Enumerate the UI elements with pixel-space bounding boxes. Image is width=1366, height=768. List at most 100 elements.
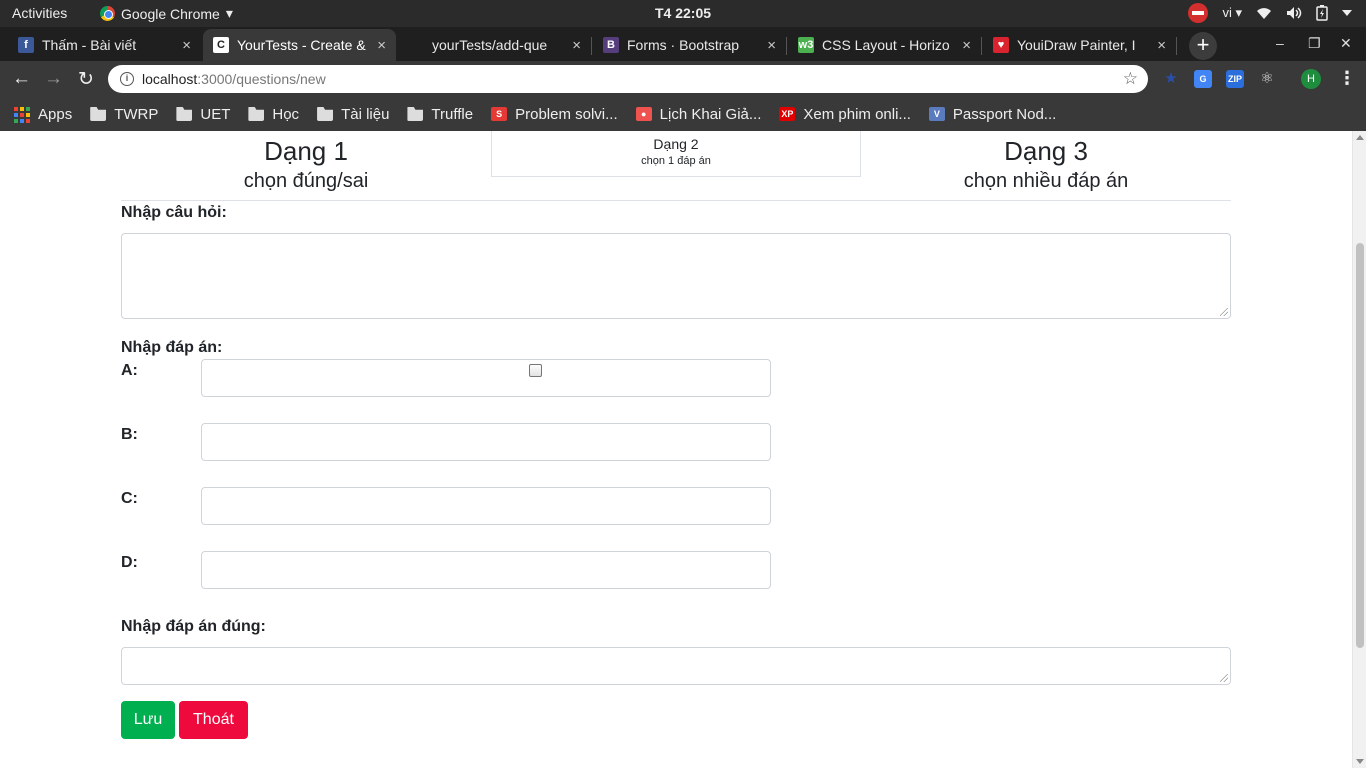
bookmark-label: Học — [272, 105, 300, 123]
option-d-input[interactable] — [201, 551, 771, 589]
option-d-label: D: — [121, 554, 138, 571]
scroll-down-arrow-icon[interactable] — [1356, 759, 1364, 764]
bookmark-link[interactable]: V Passport Nod... — [928, 106, 1056, 123]
page-scrollbar[interactable] — [1352, 131, 1366, 768]
bookmark-link[interactable]: S Problem solvi... — [491, 106, 618, 123]
site-favicon-icon: XP — [779, 107, 796, 121]
bookmark-label: Lịch Khai Giả... — [659, 105, 762, 123]
tab-separator — [981, 37, 982, 55]
google-translate-ext-icon[interactable]: G — [1194, 70, 1212, 88]
option-c-input[interactable] — [201, 487, 771, 525]
site-info-icon[interactable]: i — [120, 72, 134, 86]
tab-strip: f Thấm - Bài viết × C YourTests - Create & × y… — [0, 27, 1366, 61]
scrollbar-thumb[interactable] — [1356, 243, 1364, 648]
activities-button[interactable]: Activities — [12, 5, 67, 21]
bookmark-folder[interactable]: Tài liệu — [317, 106, 389, 123]
browser-tab[interactable]: f Thấm - Bài viết × — [8, 29, 201, 61]
bookmark-folder[interactable]: Truffle — [407, 106, 473, 123]
w3schools-icon: w3 — [798, 37, 814, 53]
minimize-icon[interactable]: – — [1276, 35, 1284, 51]
bookmark-label: Tài liệu — [341, 105, 390, 123]
tab-question-type-2[interactable]: Dạng 2 chọn 1 đáp án — [491, 131, 861, 177]
url-path: :3000/questions/new — [197, 71, 326, 87]
folder-icon — [248, 107, 265, 121]
option-a-label: A: — [121, 362, 138, 379]
tab-title: YouiDraw Painter, I — [1017, 37, 1136, 53]
bookmark-folder[interactable]: TWRP — [90, 106, 158, 123]
bookmark-link[interactable]: ● Lịch Khai Giả... — [635, 105, 762, 123]
option-c-label: C: — [121, 490, 138, 507]
close-window-icon[interactable]: ✕ — [1340, 35, 1352, 52]
question-type-subtitle: chọn 1 đáp án — [641, 155, 711, 167]
chrome-logo-icon — [100, 6, 115, 21]
scroll-up-arrow-icon[interactable] — [1356, 135, 1364, 140]
tab-title: Forms · Bootstrap — [627, 37, 740, 53]
back-icon[interactable]: ← — [12, 68, 31, 90]
save-button[interactable]: Lưu — [121, 701, 175, 739]
tab-close-icon[interactable]: × — [182, 37, 191, 54]
browser-toolbar: ← → ↻ i localhost:3000/questions/new ☆ ★… — [0, 61, 1366, 97]
bookmark-folder[interactable]: Học — [248, 106, 299, 123]
url-host: localhost — [142, 71, 198, 87]
browser-tab[interactable]: C YourTests - Create & × — [203, 29, 396, 61]
youidraw-icon: ♥ — [993, 37, 1009, 53]
correct-answer-label: Nhập đáp án đúng: — [121, 618, 266, 635]
reload-icon[interactable]: ↻ — [78, 68, 94, 91]
os-top-bar: Activities Google Chrome ▾ T4 22:05 vi ▾ — [0, 0, 1366, 27]
folder-icon — [90, 107, 107, 121]
do-not-disturb-icon[interactable] — [1188, 3, 1209, 23]
question-label: Nhập câu hỏi: — [121, 204, 227, 221]
input-language[interactable]: vi ▾ — [1222, 5, 1242, 21]
forward-icon[interactable]: → — [44, 68, 63, 90]
react-devtools-ext-icon[interactable]: ⚛ — [1258, 70, 1276, 88]
tab-close-icon[interactable]: × — [962, 37, 971, 54]
page-c-icon: C — [213, 37, 229, 53]
tab-close-icon[interactable]: × — [767, 37, 776, 54]
bookmark-star-icon[interactable]: ☆ — [1123, 69, 1138, 89]
folder-icon — [317, 107, 334, 121]
option-a-checkbox[interactable] — [529, 364, 542, 377]
chrome-menu-icon[interactable]: ⋮ — [1338, 68, 1356, 89]
bookmark-label: TWRP — [114, 105, 159, 123]
address-bar[interactable]: i localhost:3000/questions/new ☆ — [108, 65, 1148, 93]
site-favicon-icon: S — [491, 107, 508, 121]
browser-tab[interactable]: B Forms · Bootstrap × — [593, 29, 787, 61]
tab-title: CSS Layout - Horizo — [822, 37, 950, 53]
bookmark-apps[interactable]: Apps — [14, 106, 72, 123]
system-tray: vi ▾ — [1188, 3, 1352, 23]
tab-question-type-3[interactable]: Dạng 3 chọn nhiều đáp án — [861, 131, 1231, 191]
clock[interactable]: T4 22:05 — [655, 5, 711, 21]
bookmark-star-ext-icon[interactable]: ★ — [1162, 70, 1180, 88]
power-menu-chevron-icon[interactable] — [1342, 9, 1352, 17]
profile-avatar[interactable]: H — [1301, 69, 1321, 89]
bookmark-label: UET — [200, 105, 231, 123]
bookmark-label: Xem phim onli... — [803, 105, 911, 123]
app-menu[interactable]: Google Chrome ▾ — [100, 5, 233, 22]
option-a-input[interactable] — [201, 359, 771, 397]
correct-answer-textarea[interactable] — [121, 647, 1231, 685]
tab-close-icon[interactable]: × — [377, 37, 386, 54]
tab-close-icon[interactable]: × — [1157, 37, 1166, 54]
facebook-icon: f — [18, 37, 34, 53]
volume-icon[interactable] — [1286, 6, 1302, 20]
zip-ext-icon[interactable]: ZIP — [1226, 70, 1244, 88]
question-type-title: Dạng 2 — [653, 136, 699, 152]
question-type-subtitle: chọn nhiều đáp án — [963, 170, 1129, 192]
browser-tab[interactable]: w3 CSS Layout - Horizo × — [788, 29, 982, 61]
new-tab-button[interactable]: + — [1189, 32, 1217, 60]
browser-tab[interactable]: ♥ YouiDraw Painter, I × — [983, 29, 1177, 61]
question-textarea[interactable] — [121, 233, 1231, 319]
battery-icon[interactable] — [1316, 5, 1328, 21]
option-b-input[interactable] — [201, 423, 771, 461]
option-b-label: B: — [121, 426, 138, 443]
maximize-icon[interactable]: ❐ — [1308, 35, 1321, 52]
bookmark-folder[interactable]: UET — [176, 106, 230, 123]
tab-close-icon[interactable]: × — [572, 37, 581, 54]
question-type-title: Dạng 1 — [264, 136, 348, 166]
tab-question-type-1[interactable]: Dạng 1 chọn đúng/sai — [121, 131, 491, 191]
browser-tab[interactable]: yourTests/add-que × — [398, 29, 592, 61]
tab-separator — [591, 37, 592, 55]
bookmark-link[interactable]: XP Xem phim onli... — [779, 106, 911, 123]
wifi-icon[interactable] — [1256, 6, 1272, 20]
exit-button[interactable]: Thoát — [179, 701, 248, 739]
